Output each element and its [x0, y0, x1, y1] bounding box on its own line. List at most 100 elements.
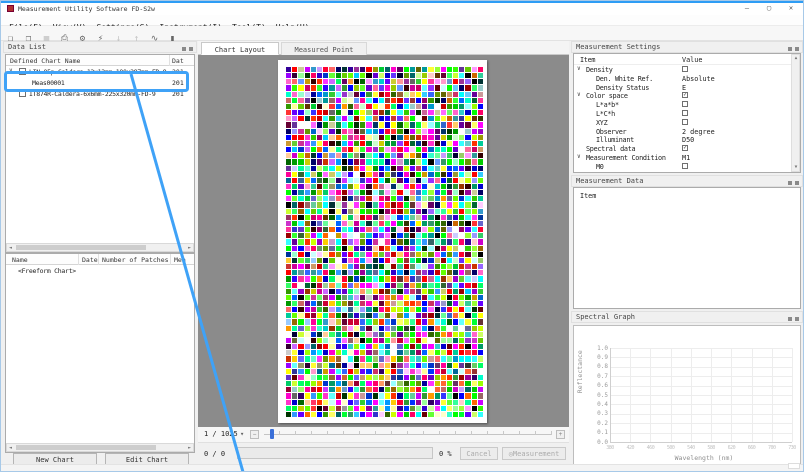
column-divider[interactable]	[78, 254, 79, 265]
tree-item-chart[interactable]: ∨ LIN-05p-Caldera-12x12mm-100x297mm-FD-9 2…	[6, 66, 194, 77]
color-patch	[292, 128, 298, 134]
tree-item-chart[interactable]: IT874R-Caldera-6x6mm-225x320mm-FD-9 201	[6, 88, 194, 99]
column-divider[interactable]	[169, 55, 170, 66]
color-patch	[471, 140, 477, 147]
color-patch	[304, 128, 310, 134]
settings-vscrollbar[interactable]: ▲ ▼	[791, 54, 800, 172]
color-patch	[428, 399, 434, 405]
setting-row-m1[interactable]: M1✓	[574, 171, 800, 172]
color-patch	[471, 294, 477, 300]
measurement-button[interactable]: ◎Measurement	[502, 447, 566, 460]
setting-row-xyz[interactable]: XYZ	[574, 118, 800, 127]
scroll-left-icon[interactable]: ◄	[9, 445, 12, 451]
scroll-right-icon[interactable]: ►	[188, 445, 191, 451]
collapse-arrow-icon[interactable]: ∨	[577, 153, 581, 160]
setting-checkbox[interactable]: ✓	[682, 171, 688, 172]
close-button[interactable]: ✕	[783, 4, 799, 12]
setting-checkbox[interactable]	[682, 162, 688, 169]
scrollbar-thumb[interactable]	[16, 245, 146, 250]
color-patch	[286, 183, 292, 190]
resize-grip[interactable]	[788, 463, 800, 469]
color-patch	[459, 344, 465, 350]
expand-arrow-icon[interactable]: ∨	[9, 67, 13, 74]
setting-checkbox[interactable]	[682, 101, 688, 108]
color-patch	[316, 393, 323, 399]
column-number-of-patches[interactable]: Number of Patches	[102, 256, 168, 264]
color-patch	[434, 300, 440, 307]
minimize-button[interactable]: –	[739, 4, 755, 12]
color-patch	[422, 294, 428, 300]
patch-nav-dropdown-icon[interactable]: ▾	[240, 430, 244, 438]
color-patch	[477, 116, 483, 122]
tab-measured-point[interactable]: Measured Point	[281, 42, 367, 55]
patch-slider-handle[interactable]	[270, 429, 274, 439]
color-patch	[310, 110, 316, 116]
item-checkbox[interactable]	[19, 90, 26, 97]
color-patch	[366, 67, 372, 73]
setting-checkbox[interactable]	[682, 66, 688, 72]
panel-pin-icon[interactable]	[182, 47, 186, 51]
setting-checkbox[interactable]	[682, 118, 688, 125]
column-name[interactable]: Name	[12, 256, 28, 264]
panel-pin-icon[interactable]	[788, 47, 792, 51]
color-patch	[286, 282, 292, 288]
scroll-right-icon[interactable]: ►	[188, 245, 191, 251]
setting-row-illuminant[interactable]: Illuminant D50	[574, 135, 800, 144]
zoom-out-button[interactable]: −	[250, 430, 259, 439]
color-patch	[403, 282, 409, 288]
color-patch	[434, 134, 440, 140]
setting-row-density[interactable]: ∨ Density	[574, 65, 800, 74]
maximize-button[interactable]: ▢	[761, 4, 777, 12]
chart-list-hscrollbar[interactable]: ◄ ►	[6, 243, 194, 252]
color-patch	[422, 183, 428, 190]
color-patch	[341, 411, 347, 417]
setting-checkbox[interactable]: ✓	[682, 145, 688, 152]
zoom-in-button[interactable]: +	[556, 430, 565, 439]
freeform-chart-item[interactable]: <Freeform Chart>	[6, 265, 194, 276]
column-mea[interactable]: Mea	[174, 256, 186, 264]
color-patch	[440, 270, 446, 276]
color-patch	[465, 159, 471, 165]
color-patch	[403, 128, 409, 134]
column-date[interactable]: Date	[82, 256, 98, 264]
tab-chart-layout[interactable]: Chart Layout	[201, 42, 279, 55]
setting-row-den-white-ref-[interactable]: Den. White Ref. Absolute	[574, 74, 800, 83]
setting-row-l-c-h[interactable]: L*C*h	[574, 109, 800, 118]
setting-row-measurement-condition[interactable]: ∨ Measurement Condition M1	[574, 153, 800, 162]
color-patch	[385, 319, 391, 325]
panel-pin-icon[interactable]	[788, 181, 792, 185]
collapse-arrow-icon[interactable]: ∨	[577, 91, 581, 98]
color-patch	[286, 405, 292, 411]
setting-row-m0[interactable]: M0	[574, 162, 800, 171]
freeform-list-hscrollbar[interactable]: ◄ ►	[6, 443, 194, 452]
setting-row-color-space[interactable]: ∨ Color space ✓	[574, 91, 800, 100]
scroll-down-icon[interactable]: ▼	[792, 165, 800, 170]
color-patch	[347, 202, 354, 208]
item-checkbox[interactable]	[19, 68, 26, 75]
setting-checkbox[interactable]	[682, 109, 688, 116]
setting-checkbox[interactable]: ✓	[682, 92, 688, 99]
column-divider[interactable]	[170, 254, 171, 265]
tree-item-measurement[interactable]: Meas00001 201	[6, 77, 194, 88]
setting-row-spectral-data[interactable]: Spectral data ✓	[574, 144, 800, 153]
panel-close-icon[interactable]	[795, 181, 799, 185]
color-patch	[316, 134, 323, 140]
chart-page[interactable]	[278, 60, 487, 423]
setting-row-l-a-b-[interactable]: L*a*b*	[574, 100, 800, 109]
panel-close-icon[interactable]	[795, 47, 799, 51]
column-defined-chart-name[interactable]: Defined Chart Name	[10, 57, 80, 65]
setting-row-observer[interactable]: Observer 2 degree	[574, 127, 800, 136]
panel-close-icon[interactable]	[795, 317, 799, 321]
column-divider[interactable]	[98, 254, 99, 265]
panel-close-icon[interactable]	[189, 47, 193, 51]
collapse-arrow-icon[interactable]: ∨	[577, 65, 581, 72]
scrollbar-thumb[interactable]	[16, 445, 156, 450]
column-date[interactable]: Dat	[172, 57, 184, 65]
panel-pin-icon[interactable]	[788, 317, 792, 321]
color-patch	[354, 208, 360, 214]
color-patch	[446, 128, 453, 134]
scroll-up-icon[interactable]: ▲	[792, 56, 800, 61]
scroll-left-icon[interactable]: ◄	[9, 245, 12, 251]
setting-row-density-status[interactable]: Density Status E	[574, 83, 800, 92]
cancel-button[interactable]: Cancel	[460, 447, 498, 460]
